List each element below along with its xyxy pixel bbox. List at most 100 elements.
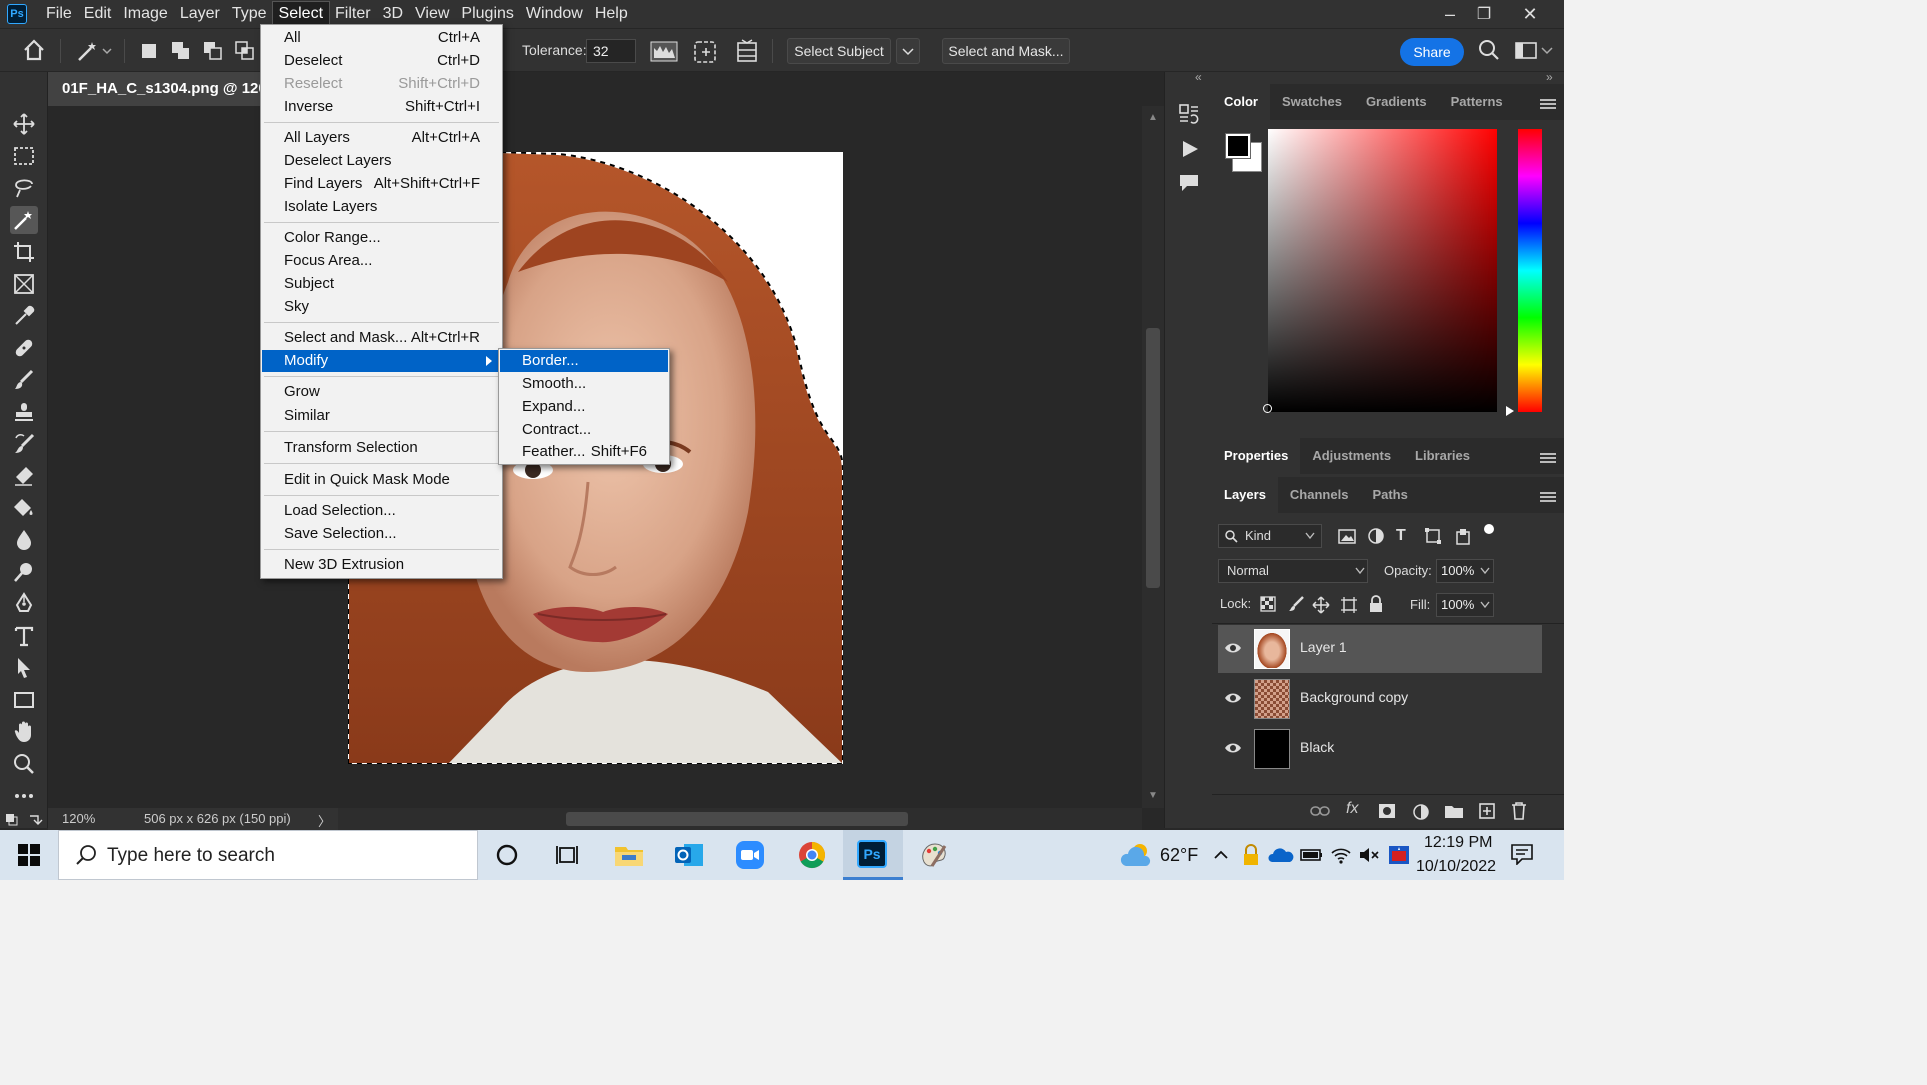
menu-item-modify[interactable]: Modify <box>262 350 501 372</box>
menu-image[interactable]: Image <box>117 2 173 26</box>
more-tools-icon[interactable] <box>10 782 38 810</box>
magic-wand-preset-icon[interactable] <box>76 39 112 68</box>
home-icon[interactable] <box>22 38 46 67</box>
tray-security-icon[interactable] <box>1242 844 1260 871</box>
zoom-level[interactable]: 120% <box>62 811 95 826</box>
menu-item-deselect-layers[interactable]: Deselect Layers <box>262 150 501 172</box>
color-panel-menu-icon[interactable] <box>1540 99 1556 109</box>
notifications-icon[interactable] <box>1510 843 1534 870</box>
vertical-scrollbar[interactable]: ▲ ▼ <box>1142 106 1164 808</box>
path-selection-tool-icon[interactable] <box>10 654 38 682</box>
lock-pixels-icon[interactable] <box>1288 596 1304 617</box>
blend-mode-select[interactable]: Normal <box>1218 559 1368 583</box>
brush-tool-icon[interactable] <box>10 366 38 394</box>
sample-all-layers-icon[interactable] <box>650 39 678 68</box>
new-layer-icon[interactable] <box>1478 802 1496 825</box>
refine-edge-icon[interactable] <box>692 39 718 70</box>
crop-tool-icon[interactable] <box>10 238 38 266</box>
menu-item-isolate-layers[interactable]: Isolate Layers <box>262 196 501 218</box>
tray-overflow-icon[interactable] <box>1212 846 1230 869</box>
smart-object-filter-icon[interactable] <box>1454 527 1472 550</box>
paint-app-icon[interactable] <box>914 837 952 873</box>
visibility-eye-icon[interactable] <box>1224 639 1242 657</box>
menu-item-new-3d-extrusion[interactable]: New 3D Extrusion <box>262 554 501 576</box>
menu-item-quick-mask[interactable]: Edit in Quick Mask Mode <box>262 469 501 491</box>
document-tab[interactable]: 01F_HA_C_s1304.png @ 120% (L <box>48 72 268 106</box>
hand-tool-icon[interactable] <box>10 718 38 746</box>
tab-paths[interactable]: Paths <box>1360 477 1419 513</box>
lock-artboard-icon[interactable] <box>1340 596 1358 619</box>
file-explorer-icon[interactable] <box>610 837 648 873</box>
menu-3d[interactable]: 3D <box>377 2 409 26</box>
tab-swatches[interactable]: Swatches <box>1270 84 1354 120</box>
volume-muted-icon[interactable] <box>1358 846 1380 869</box>
menu-select[interactable]: Select <box>271 1 331 27</box>
delete-layer-icon[interactable] <box>1510 801 1528 826</box>
properties-panel-menu-icon[interactable] <box>1540 453 1556 463</box>
onedrive-icon[interactable] <box>1268 846 1294 869</box>
healing-brush-tool-icon[interactable] <box>10 334 38 362</box>
tab-patterns[interactable]: Patterns <box>1439 84 1515 120</box>
foreground-color-swatch[interactable] <box>1225 133 1251 159</box>
tab-gradients[interactable]: Gradients <box>1354 84 1439 120</box>
menu-item-smooth[interactable]: Smooth... <box>500 373 668 395</box>
type-layer-filter-icon[interactable]: T <box>1396 527 1406 545</box>
tab-color[interactable]: Color <box>1212 84 1270 120</box>
opacity-chevron-icon[interactable] <box>1480 567 1490 575</box>
outlook-icon[interactable] <box>670 837 708 873</box>
menu-item-all[interactable]: All Ctrl+A <box>262 27 501 49</box>
move-tool-icon[interactable] <box>10 110 38 138</box>
actions-play-icon[interactable] <box>1179 138 1201 165</box>
close-button[interactable]: ✕ <box>1512 0 1548 28</box>
color-picker-marker[interactable] <box>1263 404 1272 413</box>
chrome-icon[interactable] <box>793 837 831 873</box>
history-icon[interactable] <box>1177 102 1201 131</box>
select-and-mask-button[interactable]: Select and Mask... <box>942 38 1070 64</box>
menu-filter[interactable]: Filter <box>329 2 377 26</box>
layers-panel-menu-icon[interactable] <box>1540 492 1556 502</box>
color-field[interactable] <box>1263 129 1497 413</box>
hue-slider[interactable] <box>1518 129 1542 412</box>
lock-all-icon[interactable] <box>1368 595 1384 618</box>
intersect-selection-icon[interactable] <box>234 40 256 67</box>
language-flag-icon[interactable] <box>1388 844 1410 871</box>
new-selection-icon[interactable] <box>138 40 160 67</box>
layer-row-layer-1[interactable]: Layer 1 <box>1218 625 1542 673</box>
layer-filter-select[interactable]: Kind <box>1218 524 1322 548</box>
menu-item-color-range[interactable]: Color Range... <box>262 227 501 249</box>
visibility-eye-icon[interactable] <box>1224 689 1242 707</box>
blur-tool-icon[interactable] <box>10 526 38 554</box>
add-mask-icon[interactable] <box>1378 803 1396 824</box>
eyedropper-tool-icon[interactable] <box>10 302 38 330</box>
menu-item-sky[interactable]: Sky <box>262 296 501 318</box>
tab-layers[interactable]: Layers <box>1212 477 1278 513</box>
menu-file[interactable]: File <box>40 2 78 26</box>
lock-position-icon[interactable] <box>1312 596 1330 619</box>
restore-button[interactable]: ❐ <box>1466 0 1502 28</box>
type-tool-icon[interactable] <box>10 622 38 650</box>
shape-layer-filter-icon[interactable] <box>1424 527 1442 550</box>
clone-stamp-tool-icon[interactable] <box>10 398 38 426</box>
menu-item-focus-area[interactable]: Focus Area... <box>262 250 501 272</box>
pen-tool-icon[interactable] <box>10 590 38 618</box>
horizontal-scroll-thumb[interactable] <box>566 812 908 826</box>
menu-item-find-layers[interactable]: Find Layers Alt+Shift+Ctrl+F <box>262 173 501 195</box>
menu-layer[interactable]: Layer <box>174 2 226 26</box>
menu-item-load-selection[interactable]: Load Selection... <box>262 500 501 522</box>
menu-window[interactable]: Window <box>520 2 589 26</box>
task-view-icon[interactable] <box>548 837 586 873</box>
layer-row-background-copy[interactable]: Background copy <box>1218 675 1542 723</box>
zoom-app-icon[interactable] <box>731 837 769 873</box>
menu-item-expand[interactable]: Expand... <box>500 396 668 418</box>
tab-libraries[interactable]: Libraries <box>1403 438 1482 474</box>
menu-edit[interactable]: Edit <box>78 2 118 26</box>
filter-toggle-icon[interactable] <box>1484 524 1494 534</box>
status-menu-icon[interactable]: 〉 <box>318 811 331 830</box>
link-layers-icon[interactable] <box>1310 803 1330 824</box>
menu-item-deselect[interactable]: Deselect Ctrl+D <box>262 50 501 72</box>
menu-item-similar[interactable]: Similar <box>262 405 501 427</box>
select-subject-dropdown[interactable] <box>896 38 920 64</box>
menu-help[interactable]: Help <box>589 2 634 26</box>
workspace-icon[interactable] <box>1514 40 1558 67</box>
tab-properties[interactable]: Properties <box>1212 438 1301 474</box>
